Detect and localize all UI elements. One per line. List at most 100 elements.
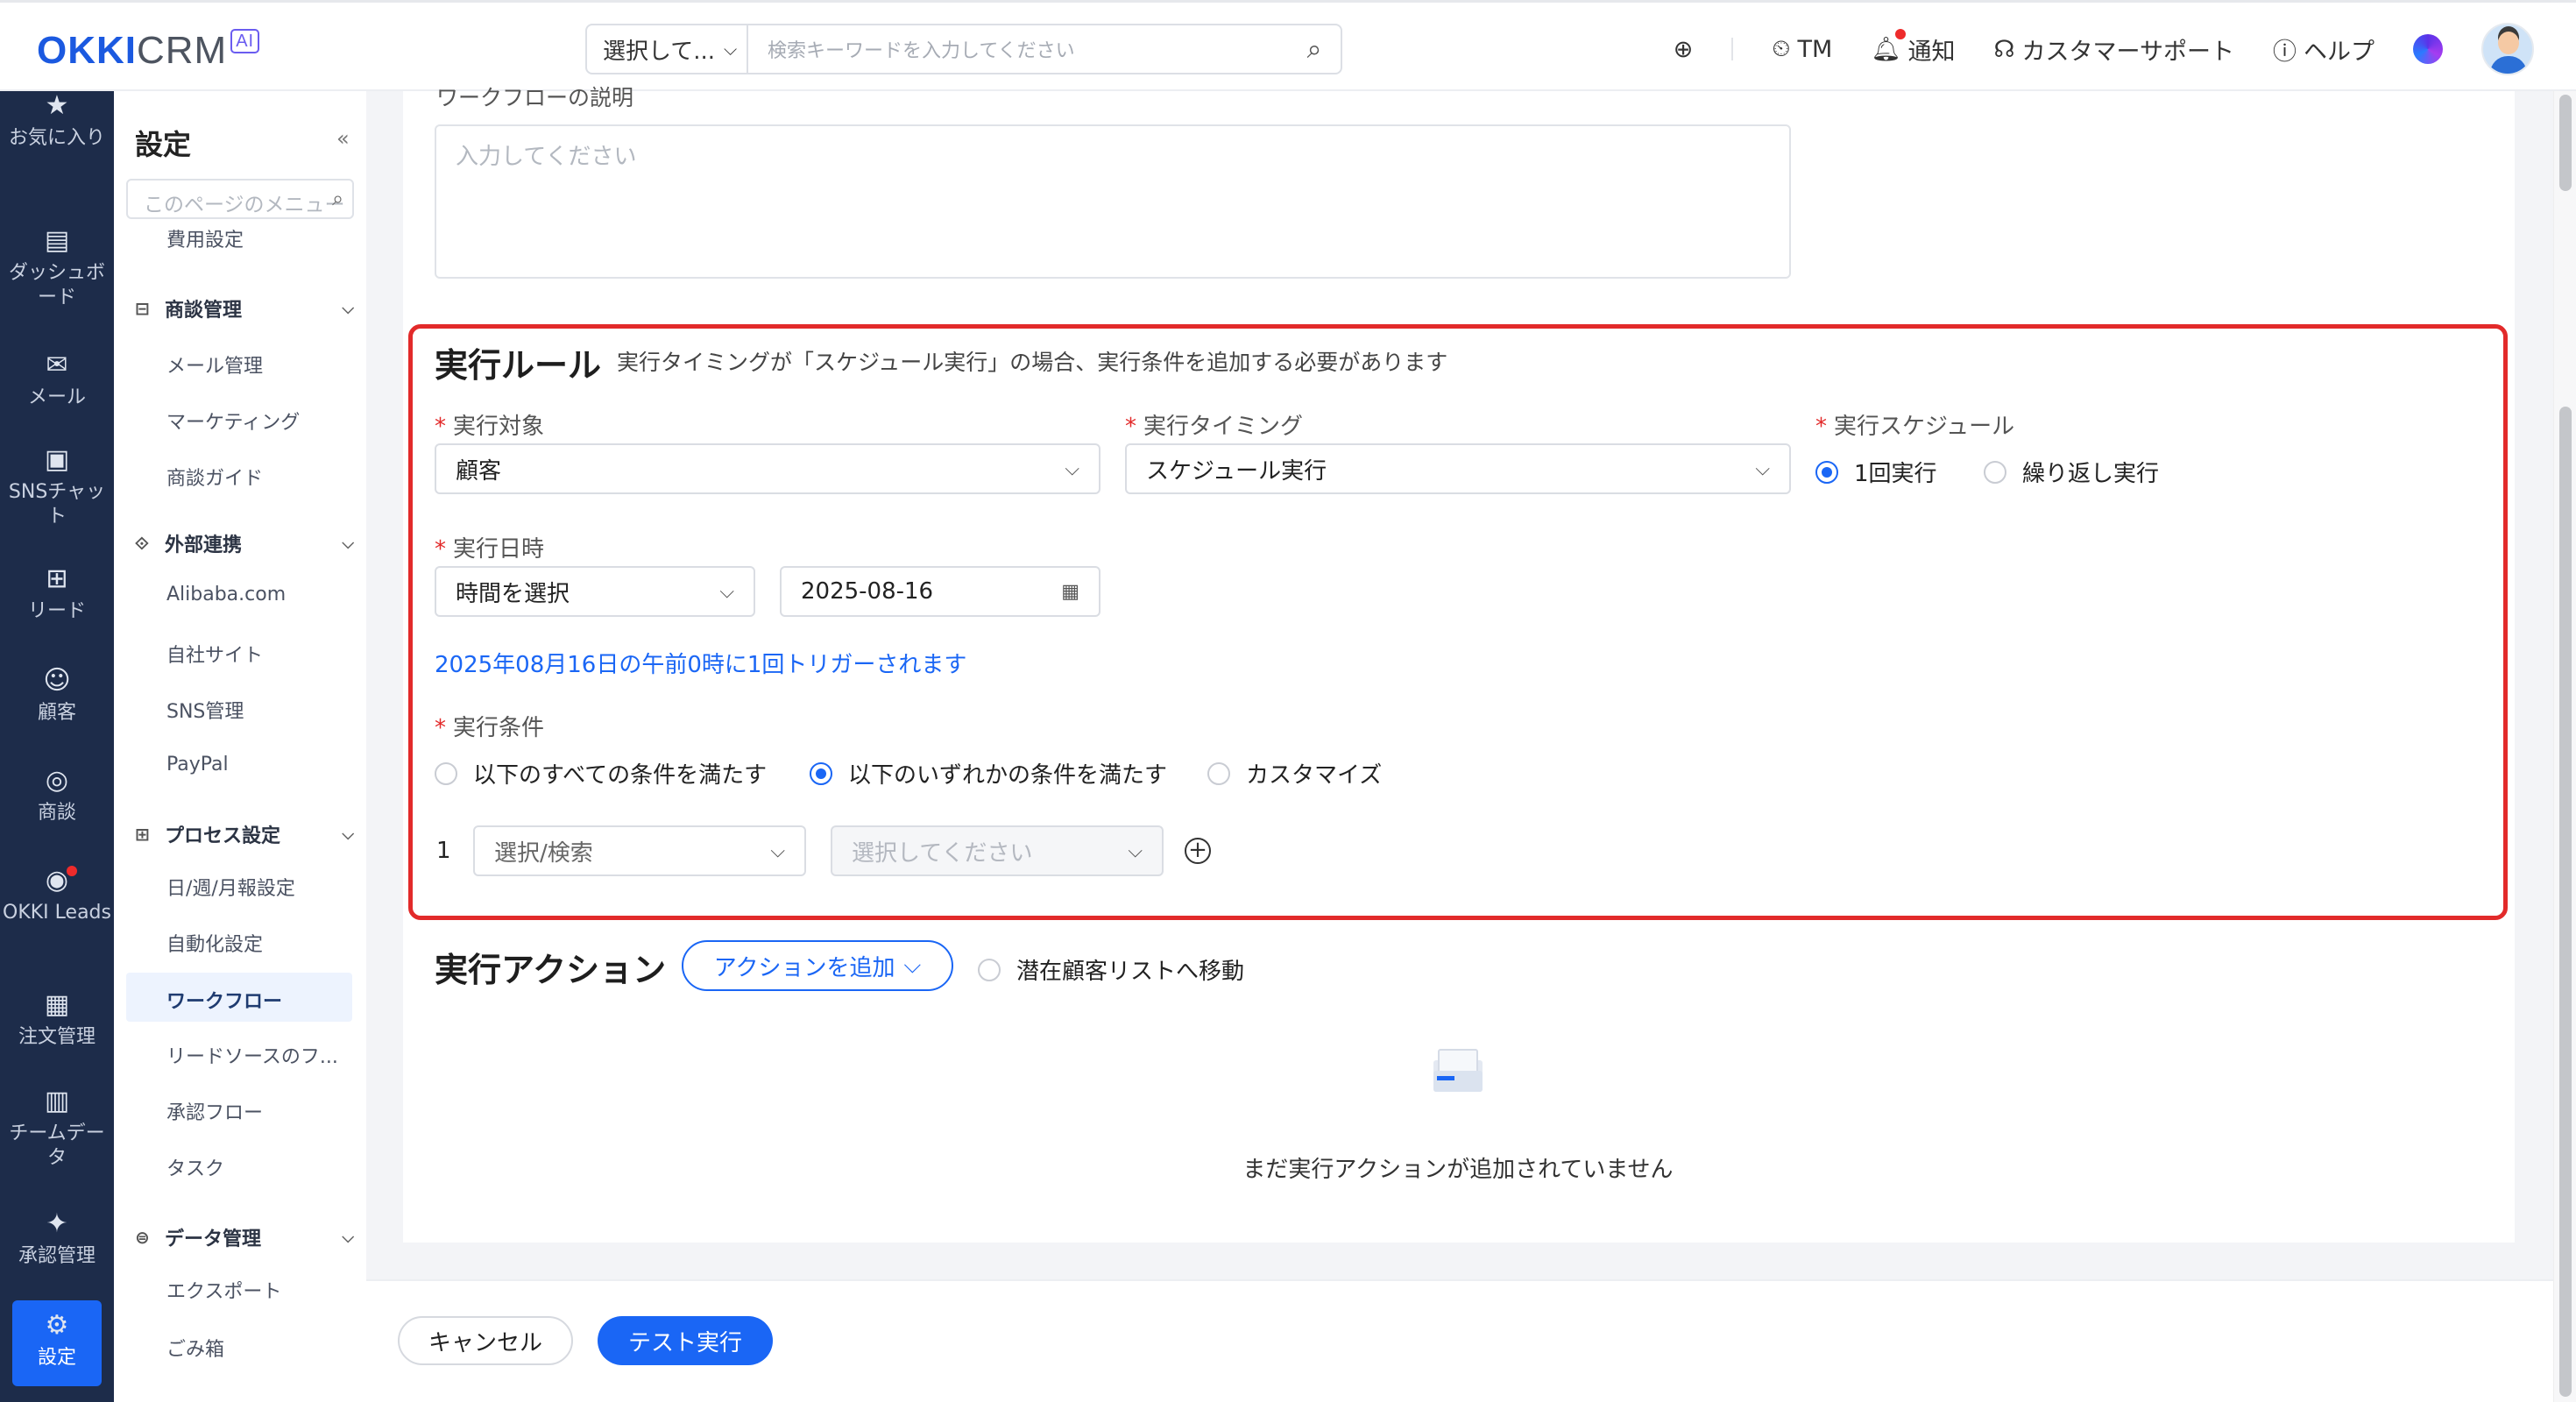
chevron-down-icon: ⌵ <box>1065 457 1079 480</box>
condition-all-radio[interactable]: 以下のすべての条件を満たす <box>435 757 767 790</box>
test-run-button[interactable]: テスト実行 <box>598 1316 773 1365</box>
search-input[interactable]: 検索キーワードを入力してください <box>748 35 1288 63</box>
nav-settings[interactable]: ⚙ 設定 <box>12 1300 102 1386</box>
link-icon: ⟐ <box>135 533 149 554</box>
chevron-down-icon: ⌵ <box>1128 839 1143 862</box>
menu-item-own-site[interactable]: 自社サイト <box>166 640 263 668</box>
menu-item-lead-source[interactable]: リードソースのフ... <box>166 1041 338 1069</box>
nav-dashboard[interactable]: ▤ ダッシュボード <box>0 226 114 310</box>
menu-search-input[interactable]: このページのメニュー ⌕ <box>126 179 354 219</box>
menu-item-cost[interactable]: 費用設定 <box>166 224 244 252</box>
tm-button[interactable]: ⏲ TM <box>1772 35 1832 63</box>
menu-item-report[interactable]: 日/週/月報設定 <box>166 873 295 901</box>
chevron-down-icon: ⌵ <box>903 952 922 979</box>
search-scope-select[interactable]: 選択して... ⌵ <box>587 25 748 73</box>
menu-item-alibaba[interactable]: Alibaba.com <box>166 584 286 605</box>
description-textarea[interactable]: 入力してください <box>435 124 1791 279</box>
menu-item-automation[interactable]: 自動化設定 <box>166 929 263 957</box>
deal-icon: ⊟ <box>135 298 150 319</box>
chevron-down-icon: ⌵ <box>1755 457 1770 480</box>
radio-unchecked <box>978 958 1001 981</box>
menu-group-deal[interactable]: ⊟ 商談管理 ⌵ <box>135 294 354 322</box>
target-select[interactable]: 顧客 ⌵ <box>435 443 1100 494</box>
search-icon[interactable]: ⌕ <box>1288 34 1341 65</box>
menu-item-deal-guide[interactable]: 商談ガイド <box>166 463 263 491</box>
radio-unchecked <box>1984 460 2006 484</box>
condition-custom-radio[interactable]: カスタマイズ <box>1207 757 1382 790</box>
nav-mail[interactable]: ✉ メール <box>0 350 114 410</box>
bell-icon: 🔔︎ <box>1871 36 1901 63</box>
menu-item-workflow[interactable]: ワークフロー <box>126 973 352 1022</box>
nav-favorites[interactable]: ★ お気に入り <box>0 91 114 151</box>
menu-item-export[interactable]: エクスポート <box>166 1276 281 1304</box>
timing-select[interactable]: スケジュール実行 ⌵ <box>1125 443 1791 494</box>
condition-field-select[interactable]: 選択/検索 ⌵ <box>473 825 806 876</box>
empty-box-icon <box>1433 1049 1483 1092</box>
menu-item-task[interactable]: タスク <box>166 1153 224 1181</box>
chevron-down-icon: ⌵ <box>724 39 738 60</box>
settings-title: 設定 <box>135 128 192 161</box>
nav-leads[interactable]: ⊞ リード <box>0 564 114 624</box>
move-to-pool-checkbox[interactable]: 潜在顧客リストへ移動 <box>978 953 1244 986</box>
menu-item-paypal[interactable]: PayPal <box>166 754 229 775</box>
condition-row-number: 1 <box>436 838 451 864</box>
sliders-icon: ⚙ <box>45 1310 69 1341</box>
schedule-repeat-radio[interactable]: 繰り返し実行 <box>1984 456 2159 488</box>
chevron-down-icon: ⌵ <box>719 580 734 603</box>
clock-icon: ⏲ <box>1772 35 1791 62</box>
menu-item-mail[interactable]: メール管理 <box>166 350 263 379</box>
condition-value-select: 選択してください ⌵ <box>831 825 1164 876</box>
cancel-button[interactable]: キャンセル <box>398 1316 573 1365</box>
notification-button[interactable]: 🔔︎ 通知 <box>1871 28 1956 67</box>
radio-unchecked <box>1207 761 1230 785</box>
radio-checked <box>810 761 832 785</box>
chevron-down-icon: ⌵ <box>342 534 354 553</box>
nav-team-data[interactable]: ▥ チームデータ <box>0 1087 114 1171</box>
scrollbar-thumb[interactable] <box>2559 407 2572 1397</box>
help-button[interactable]: ⓘ ヘルプ <box>2273 32 2374 67</box>
nav-approval[interactable]: ✦ 承認管理 <box>0 1209 114 1269</box>
action-title: 実行アクション <box>435 951 667 989</box>
menu-item-trash[interactable]: ごみ箱 <box>166 1334 224 1362</box>
date-picker[interactable]: 2025-08-16 ▦ <box>780 566 1100 617</box>
dashboard-icon: ▤ <box>44 225 70 256</box>
chevron-down-icon: ⌵ <box>342 825 354 844</box>
description-label: ワークフローの説明 <box>436 85 634 110</box>
grid-icon: ⊞ <box>135 824 150 845</box>
top-bar: OKKICRM AI 選択して... ⌵ 検索キーワードを入力してください ⌕ ⊕ … <box>0 0 2576 91</box>
avatar[interactable] <box>2481 23 2534 75</box>
schedule-once-radio[interactable]: 1回実行 <box>1815 456 1937 488</box>
empty-state-text: まだ実行アクションが追加されていません <box>1242 1157 1674 1183</box>
menu-group-external[interactable]: ⟐ 外部連携 ⌵ <box>135 529 354 557</box>
nav-deals[interactable]: ◎ 商談 <box>0 766 114 825</box>
execution-rule-note: 実行タイミングが「スケジュール実行」の場合、実行条件を追加する必要があります <box>617 350 1448 375</box>
ai-assistant-icon[interactable] <box>2413 34 2443 64</box>
add-condition-icon[interactable]: + <box>1185 838 1211 864</box>
scrollbar[interactable] <box>2553 91 2576 1402</box>
support-button[interactable]: ☊ カスタマーサポート <box>1994 32 2234 67</box>
add-button[interactable]: ⊕ <box>1674 36 1694 63</box>
condition-any-radio[interactable]: 以下のいずれかの条件を満たす <box>810 757 1167 790</box>
datetime-label: * 実行日時 <box>435 536 545 563</box>
menu-item-marketing[interactable]: マーケティング <box>166 407 300 435</box>
add-action-button[interactable]: アクションを追加 ⌵ <box>682 940 953 991</box>
nav-orders[interactable]: ▦ 注文管理 <box>0 990 114 1050</box>
menu-group-process[interactable]: ⊞ プロセス設定 ⌵ <box>135 820 354 848</box>
nav-customers[interactable]: ☺ 顧客 <box>0 666 114 726</box>
notification-badge <box>1895 28 1907 39</box>
nav-okki-leads[interactable]: ◉ OKKI Leads <box>0 866 114 925</box>
collapse-icon[interactable]: « <box>336 126 350 151</box>
menu-item-sns[interactable]: SNS管理 <box>166 696 244 724</box>
time-select[interactable]: 時間を選択 ⌵ <box>435 566 755 617</box>
chevron-down-icon: ⌵ <box>770 839 785 862</box>
header-actions: ⊕ ⏲ TM 🔔︎ 通知 ☊ カスタマーサポート ⓘ ヘルプ <box>1674 23 2534 75</box>
menu-group-data[interactable]: ⊜ データ管理 ⌵ <box>135 1223 354 1251</box>
logo[interactable]: OKKICRM AI <box>37 29 260 73</box>
menu-item-approval-flow[interactable]: 承認フロー <box>166 1097 263 1125</box>
target-label: * 実行対象 <box>435 414 545 440</box>
handshake-icon: ✦ <box>46 1208 68 1239</box>
global-search: 選択して... ⌵ 検索キーワードを入力してください ⌕ <box>585 24 1342 74</box>
scrollbar-thumb-top[interactable] <box>2559 95 2572 191</box>
nav-sns[interactable]: ▣ SNSチャット <box>0 445 114 529</box>
order-icon: ▦ <box>44 989 70 1020</box>
